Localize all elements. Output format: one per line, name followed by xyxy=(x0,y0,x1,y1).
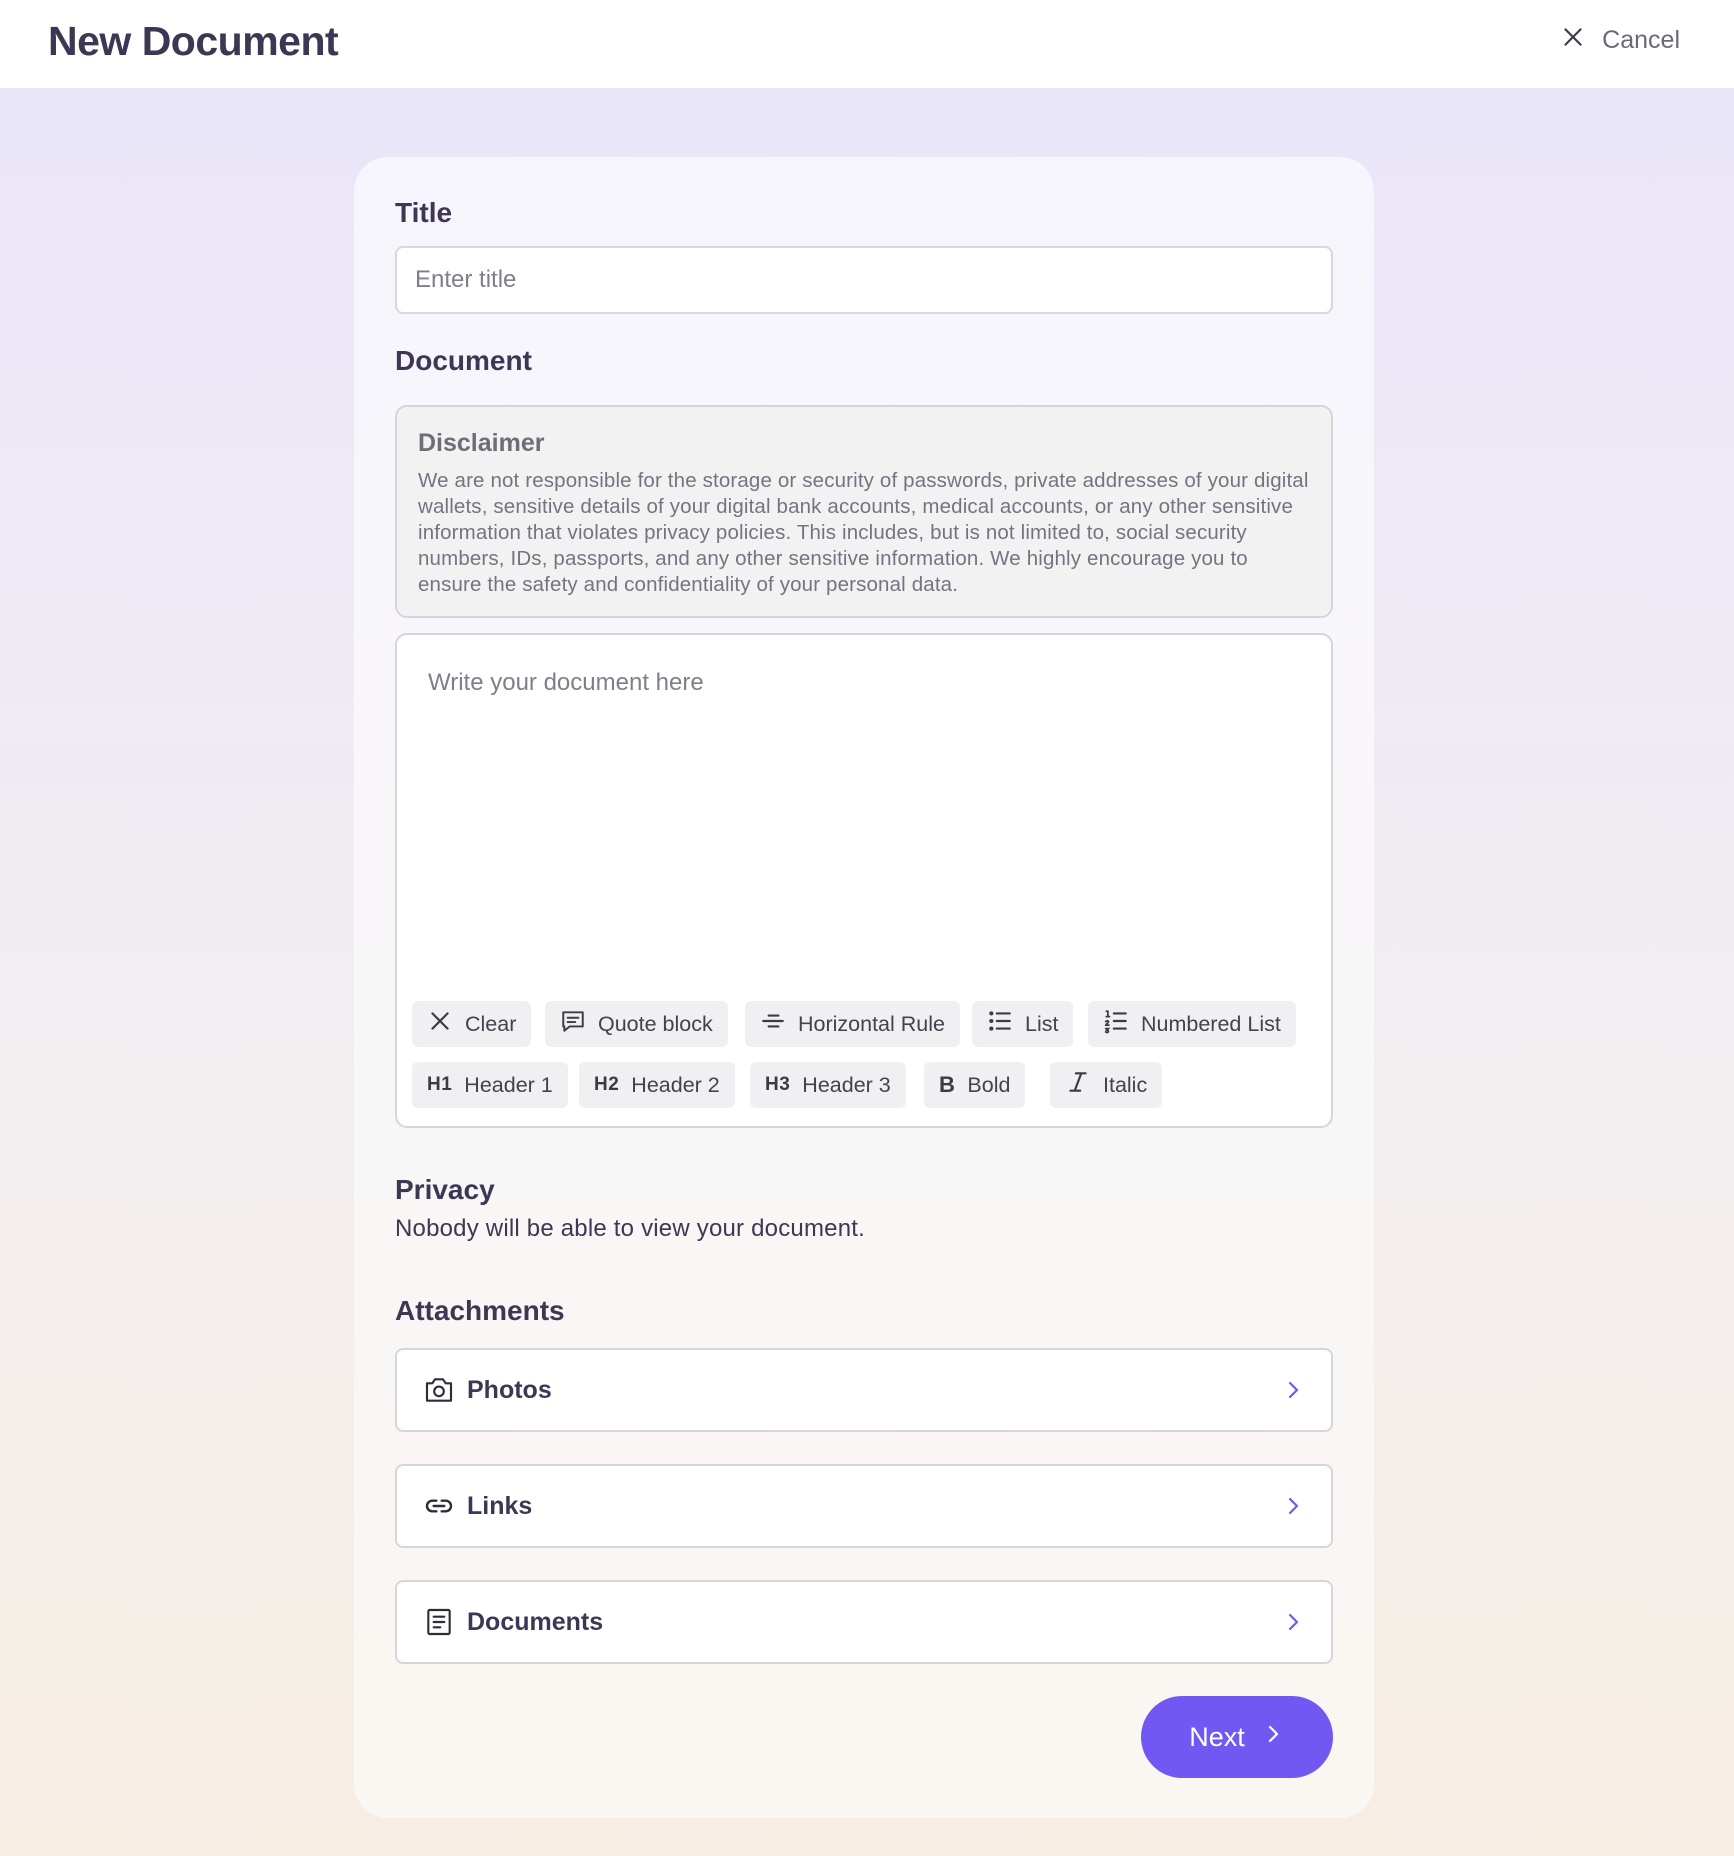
document-textarea[interactable] xyxy=(428,669,1298,989)
next-button[interactable]: Next xyxy=(1141,1696,1333,1778)
quote-block-button[interactable]: Quote block xyxy=(545,1001,728,1047)
attachment-photos-label: Photos xyxy=(467,1375,552,1404)
horizontal-rule-label: Horizontal Rule xyxy=(798,1011,945,1036)
italic-label: Italic xyxy=(1103,1072,1148,1097)
quote-block-label: Quote block xyxy=(598,1011,713,1036)
bold-button[interactable]: B Bold xyxy=(924,1062,1026,1108)
privacy-text: Nobody will be able to view your documen… xyxy=(395,1215,865,1242)
bullet-list-icon xyxy=(987,1008,1025,1040)
horizontal-rule-button[interactable]: Horizontal Rule xyxy=(745,1001,960,1047)
header-2-button[interactable]: H2 Header 2 xyxy=(579,1062,735,1108)
header-3-label: Header 3 xyxy=(802,1072,891,1097)
title-label: Title xyxy=(395,197,453,228)
attachment-links[interactable]: Links xyxy=(395,1464,1333,1548)
top-bar: New Document Cancel xyxy=(0,0,1734,88)
disclaimer-box: Disclaimer We are not responsible for th… xyxy=(395,405,1333,618)
document-icon xyxy=(423,1606,455,1638)
camera-icon xyxy=(423,1374,455,1406)
cancel-button[interactable]: Cancel xyxy=(1560,24,1680,57)
header-2-label: Header 2 xyxy=(631,1072,720,1097)
numbered-list-label: Numbered List xyxy=(1141,1011,1281,1036)
close-icon xyxy=(1560,24,1586,57)
title-input[interactable] xyxy=(395,246,1333,314)
horizontal-rule-icon xyxy=(760,1008,798,1040)
document-editor: Clear Quote block Horizontal Rule List N… xyxy=(395,633,1333,1128)
attachment-links-label: Links xyxy=(467,1491,533,1520)
next-label: Next xyxy=(1189,1721,1245,1752)
list-button[interactable]: List xyxy=(972,1001,1074,1047)
h1-icon: H1 xyxy=(427,1074,453,1095)
chevron-right-icon xyxy=(1261,1722,1285,1753)
clear-label: Clear xyxy=(465,1011,517,1036)
close-icon xyxy=(427,1008,465,1040)
privacy-label: Privacy xyxy=(395,1174,495,1205)
bold-icon: B xyxy=(939,1072,956,1097)
form-card: Title Document Disclaimer We are not res… xyxy=(354,157,1374,1818)
attachments-label: Attachments xyxy=(395,1295,565,1326)
page-title: New Document xyxy=(48,18,339,64)
disclaimer-title: Disclaimer xyxy=(418,429,545,457)
italic-button[interactable]: Italic xyxy=(1050,1062,1163,1108)
disclaimer-text: We are not responsible for the storage o… xyxy=(418,469,1309,596)
italic-icon xyxy=(1065,1069,1103,1101)
attachment-documents[interactable]: Documents xyxy=(395,1580,1333,1664)
link-icon xyxy=(423,1490,455,1522)
chevron-right-icon xyxy=(1281,1610,1305,1634)
document-label: Document xyxy=(395,345,532,376)
header-3-button[interactable]: H3 Header 3 xyxy=(750,1062,906,1108)
attachment-documents-label: Documents xyxy=(467,1607,604,1636)
list-label: List xyxy=(1025,1011,1059,1036)
bold-label: Bold xyxy=(967,1072,1011,1097)
h3-icon: H3 xyxy=(765,1074,791,1095)
header-1-button[interactable]: H1 Header 1 xyxy=(412,1062,568,1108)
chevron-right-icon xyxy=(1281,1494,1305,1518)
cancel-label: Cancel xyxy=(1602,26,1680,54)
quote-icon xyxy=(560,1008,598,1040)
h2-icon: H2 xyxy=(594,1074,620,1095)
numbered-list-icon xyxy=(1103,1008,1141,1040)
numbered-list-button[interactable]: Numbered List xyxy=(1088,1001,1296,1047)
attachment-photos[interactable]: Photos xyxy=(395,1348,1333,1432)
clear-button[interactable]: Clear xyxy=(412,1001,532,1047)
chevron-right-icon xyxy=(1281,1378,1305,1402)
header-1-label: Header 1 xyxy=(464,1072,553,1097)
